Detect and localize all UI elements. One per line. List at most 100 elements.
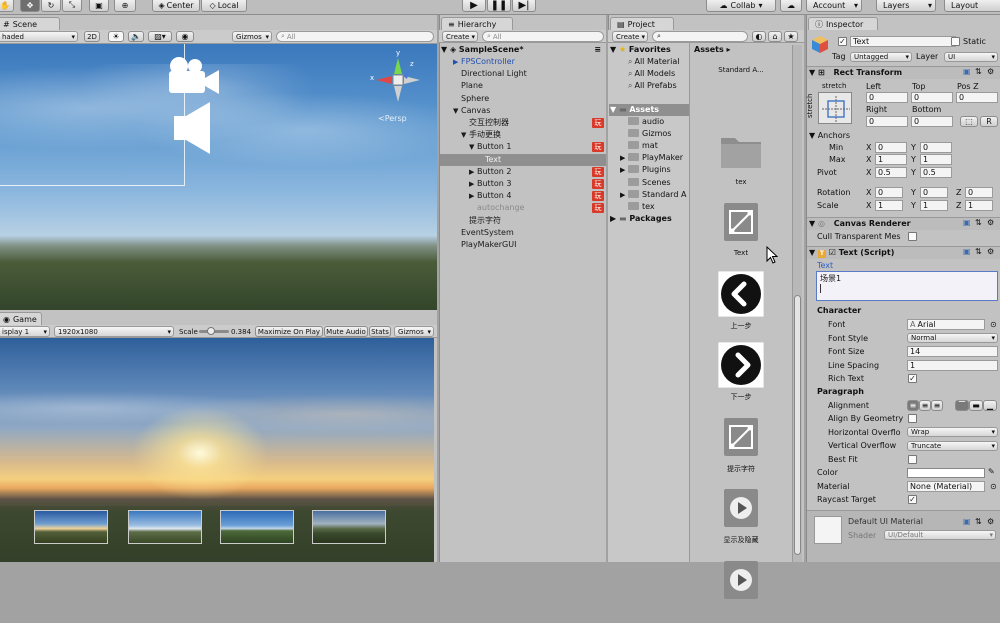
asset-grid-item[interactable]: 显示及隐藏 xyxy=(700,481,782,551)
expand-arrow-icon[interactable]: ▼ xyxy=(453,105,461,117)
rot-x-field[interactable]: 0 xyxy=(875,187,903,198)
object-name-field[interactable]: Text xyxy=(850,36,956,47)
preset-icon[interactable]: ⇅ xyxy=(975,517,982,526)
asset-folder[interactable]: tex xyxy=(620,201,655,213)
hierarchy-item[interactable]: 交互控制器 xyxy=(461,117,593,129)
v-overflow-dropdown[interactable]: Truncate xyxy=(907,441,998,451)
hand-tool-button[interactable]: ✋ xyxy=(0,0,14,12)
hierarchy-item[interactable]: ▶ Button 4 xyxy=(469,190,593,202)
h-overflow-dropdown[interactable]: Wrap xyxy=(907,427,998,437)
project-search-input[interactable]: ⌕ xyxy=(652,31,748,42)
tab-game[interactable]: ◉ Game xyxy=(0,312,42,325)
asset-folder[interactable]: ▶ PlayMaker xyxy=(620,152,683,164)
hierarchy-item[interactable]: 提示字符 xyxy=(461,215,593,227)
scene-effects-dropdown[interactable]: ▨ ▾ xyxy=(148,31,172,42)
preset-icon[interactable]: ⇅ xyxy=(975,247,982,256)
expand-arrow-icon[interactable]: ▼ xyxy=(469,141,477,153)
bottom-field[interactable]: 0 xyxy=(911,116,953,127)
align-left-button[interactable]: ≡ xyxy=(907,400,919,411)
thumbnail-1[interactable] xyxy=(34,510,108,544)
favorites-item[interactable]: ⌕ All Prefabs xyxy=(628,80,677,92)
collab-dropdown[interactable]: ☁ Collab ▾ xyxy=(706,0,776,12)
align-middle-button[interactable]: ▬ xyxy=(969,400,983,411)
rot-z-field[interactable]: 0 xyxy=(965,187,993,198)
hierarchy-item[interactable]: Text xyxy=(477,154,593,166)
min-y-field[interactable]: 0 xyxy=(920,142,952,153)
hierarchy-item[interactable]: Directional Light xyxy=(453,68,593,80)
scene-gizmos-dropdown[interactable]: Gizmos xyxy=(232,31,272,42)
hierarchy-item[interactable]: Sphere xyxy=(453,93,593,105)
posz-field[interactable]: 0 xyxy=(956,92,998,103)
search-by-label-button[interactable]: ⌂ xyxy=(768,31,782,42)
space-toggle[interactable]: ◇ Local xyxy=(201,0,247,12)
anchors-foldout[interactable]: ▼ Anchors xyxy=(809,130,850,142)
gear-icon[interactable]: ⚙ xyxy=(987,517,994,526)
asset-folder[interactable]: ▶ Standard A xyxy=(620,189,686,201)
material-picker-icon[interactable]: ⊙ xyxy=(990,482,997,491)
pivot-x-field[interactable]: 0.5 xyxy=(875,167,907,178)
game-gizmos-dropdown[interactable]: Gizmos xyxy=(394,326,434,337)
left-field[interactable]: 0 xyxy=(866,92,908,103)
pivot-y-field[interactable]: 0.5 xyxy=(920,167,952,178)
assets-root[interactable]: ▼ ▬ Assets xyxy=(610,104,659,116)
font-picker-icon[interactable]: ⊙ xyxy=(990,320,997,329)
text-content-area[interactable]: 场景1 xyxy=(816,271,998,301)
tag-dropdown[interactable]: Untagged xyxy=(850,52,912,62)
hierarchy-item[interactable]: PlayMakerGUI xyxy=(453,239,593,251)
asset-grid-item[interactable]: 提示字符 xyxy=(700,410,782,480)
scene-orientation-gizmo[interactable]: y x z xyxy=(370,49,426,108)
layout-dropdown[interactable]: Layout xyxy=(944,0,1000,12)
tab-inspector[interactable]: ⓘ Inspector xyxy=(808,17,878,30)
anchor-presets-button[interactable] xyxy=(818,92,852,124)
hierarchy-item[interactable]: ▶ Button 3 xyxy=(469,178,593,190)
favorites-item[interactable]: ⌕ All Models xyxy=(628,68,675,80)
layer-dropdown[interactable]: UI xyxy=(944,52,998,62)
top-field[interactable]: 0 xyxy=(911,92,953,103)
project-create-dropdown[interactable]: Create xyxy=(612,31,648,42)
scene-audio-toggle[interactable]: 🔈 xyxy=(128,31,144,42)
align-center-button[interactable]: ≡ xyxy=(919,400,931,411)
gear-icon[interactable]: ⚙ xyxy=(987,247,994,256)
scale-slider[interactable] xyxy=(199,327,229,335)
scene-visibility-toggle[interactable]: ◉ xyxy=(176,31,194,42)
layers-dropdown[interactable]: Layers ▾ xyxy=(876,0,936,12)
book-icon[interactable]: ▣ xyxy=(963,247,971,256)
align-top-button[interactable]: ▔ xyxy=(955,400,969,411)
project-scrollbar[interactable] xyxy=(792,45,802,562)
shader-dropdown[interactable]: UI/Default xyxy=(884,530,996,540)
expand-arrow-icon[interactable]: ▼ xyxy=(461,129,469,141)
stats-toggle[interactable]: Stats xyxy=(369,326,391,337)
min-x-field[interactable]: 0 xyxy=(875,142,907,153)
book-icon[interactable]: ▣ xyxy=(963,218,971,227)
rotate-tool-button[interactable]: ↻ xyxy=(41,0,61,12)
font-field[interactable]: A Arial xyxy=(907,319,985,330)
material-field[interactable]: None (Material) xyxy=(907,481,985,492)
expand-arrow-icon[interactable]: ▶ xyxy=(469,190,477,202)
book-icon[interactable]: ▣ xyxy=(963,517,971,526)
packages-root[interactable]: ▶ ▬ Packages xyxy=(610,213,672,225)
tab-hierarchy[interactable]: ≡ Hierarchy xyxy=(441,17,513,30)
cull-transparent-checkbox[interactable] xyxy=(908,232,917,241)
scale-z-field[interactable]: 1 xyxy=(965,200,993,211)
thumbnail-3[interactable] xyxy=(220,510,294,544)
align-right-button[interactable]: ≡ xyxy=(931,400,943,411)
expand-arrow-icon[interactable]: ▶ xyxy=(453,56,461,68)
scene-search-input[interactable]: ⌕ All xyxy=(276,31,434,42)
scale-slider-thumb[interactable] xyxy=(206,327,215,335)
maximize-on-play-toggle[interactable]: Maximize On Play xyxy=(255,326,323,337)
raw-edit-button[interactable]: R xyxy=(980,116,998,127)
hierarchy-item[interactable]: ▶ Button 2 xyxy=(469,166,593,178)
expand-arrow-icon[interactable]: ▶ xyxy=(469,178,477,190)
expand-arrow-icon[interactable]: ▶ xyxy=(620,164,628,176)
line-spacing-field[interactable]: 1 xyxy=(907,360,998,371)
playmaker-badge-icon[interactable]: 玩 xyxy=(592,118,604,128)
blueprint-mode-button[interactable]: ⬚ xyxy=(960,116,978,127)
book-icon[interactable]: ▣ xyxy=(963,67,971,76)
thumbnail-2[interactable] xyxy=(128,510,202,544)
scene-viewport[interactable]: y x z <Persp xyxy=(0,44,437,310)
asset-folder[interactable]: Gizmos xyxy=(620,128,671,140)
thumbnail-4[interactable] xyxy=(312,510,386,544)
max-y-field[interactable]: 1 xyxy=(920,154,952,165)
preset-icon[interactable]: ⇅ xyxy=(975,218,982,227)
scene-lighting-toggle[interactable]: ☀ xyxy=(108,31,124,42)
